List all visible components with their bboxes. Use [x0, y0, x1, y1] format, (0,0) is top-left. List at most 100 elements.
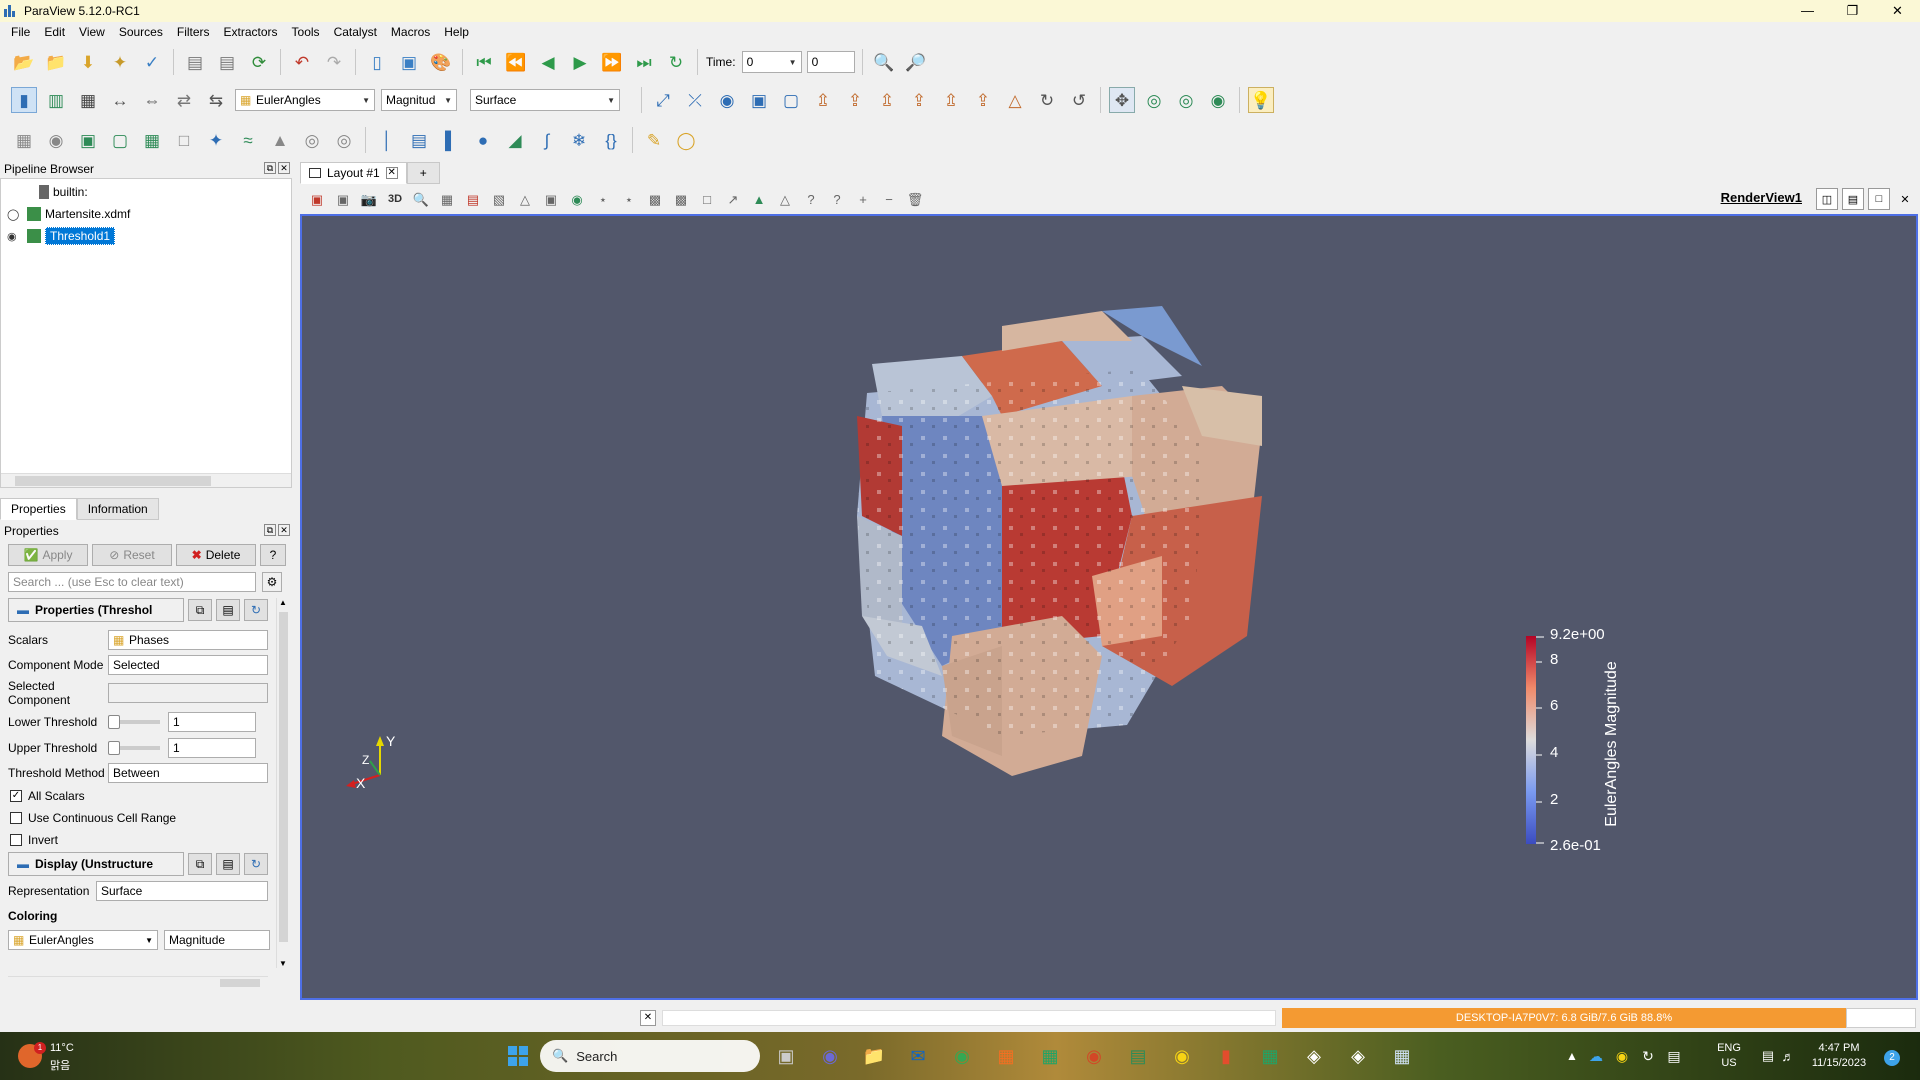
toggle-3d-button[interactable]: 3D	[384, 188, 406, 210]
rescale-custom-icon[interactable]: ↔	[107, 87, 133, 113]
save-data-icon[interactable]: ⬇	[75, 49, 101, 75]
maximize-view-icon[interactable]: □	[1868, 188, 1890, 210]
menu-edit[interactable]: Edit	[37, 25, 72, 39]
select-frustum-points-icon[interactable]: □	[696, 188, 718, 210]
excel-icon[interactable]: ▦	[1254, 1040, 1286, 1072]
close-icon[interactable]: ✕	[278, 162, 290, 174]
pipeline-item-builtin[interactable]: builtin:	[1, 181, 291, 203]
rotate-plus-90-icon[interactable]: ↻	[1034, 87, 1060, 113]
view-minus-y-icon[interactable]: ⇪	[906, 87, 932, 113]
trash-icon[interactable]: 🗑	[904, 188, 926, 210]
extract-level-icon[interactable]: ◎	[331, 127, 357, 153]
select-polygon-icon[interactable]: △	[514, 188, 536, 210]
split-horizontal-icon[interactable]: ◫	[1816, 188, 1838, 210]
view-plus-z-icon[interactable]: ⇫	[938, 87, 964, 113]
renderview-label[interactable]: RenderView1	[1721, 190, 1802, 205]
properties-search-input[interactable]: Search ... (use Esc to clear text)	[8, 572, 256, 592]
reset-center-icon[interactable]: ◎	[1173, 87, 1199, 113]
component-combo[interactable]: Magnitud ▼	[381, 89, 457, 111]
close-icon[interactable]: ✕	[640, 1010, 656, 1026]
pipeline-item-martensite[interactable]: ◯ Martensite.xdmf	[1, 203, 291, 225]
show-center-icon[interactable]: ◎	[1141, 87, 1167, 113]
clock-date[interactable]: 11/15/2023	[1804, 1057, 1874, 1069]
auto-apply-icon[interactable]: ⟳	[246, 49, 272, 75]
calculator-icon[interactable]: ▦	[11, 127, 37, 153]
isometric-view-icon[interactable]: △	[1002, 87, 1028, 113]
coloring-array-combo[interactable]: ▦ EulerAngles ▼	[8, 930, 158, 950]
scroll-up-icon[interactable]: ▲	[279, 598, 287, 607]
delete-button[interactable]: ✖ Delete	[176, 544, 256, 566]
menu-extractors[interactable]: Extractors	[217, 25, 285, 39]
volume-icon[interactable]: ♬	[1772, 1040, 1804, 1072]
capture-screenshot-icon[interactable]: ▣	[306, 188, 328, 210]
upper-threshold-input[interactable]: 1	[168, 738, 256, 758]
region-label[interactable]: US	[1714, 1057, 1744, 1069]
extract-subset-icon[interactable]: □	[171, 127, 197, 153]
pipeline-item-threshold[interactable]: ◉ Threshold1	[1, 225, 291, 247]
coloring-component-combo[interactable]: Magnitude	[164, 930, 270, 950]
rescale-visible-icon[interactable]: ⇔	[139, 87, 165, 113]
display-section-header[interactable]: ▬ Display (Unstructure	[8, 852, 184, 876]
reset-range-icon[interactable]: ▦	[75, 87, 101, 113]
minus-icon[interactable]: −	[878, 188, 900, 210]
horizontal-scrollbar[interactable]	[1, 473, 291, 487]
windows-start-icon[interactable]	[502, 1040, 534, 1072]
disconnect-icon[interactable]: ▤	[214, 49, 240, 75]
language-label[interactable]: ENG	[1714, 1042, 1744, 1054]
tab-information[interactable]: Information	[76, 498, 159, 520]
maximize-button[interactable]: ❐	[1830, 0, 1875, 22]
taskbar-search[interactable]: 🔍 Search	[540, 1040, 760, 1072]
rescale-temporal-icon[interactable]: ⇄	[171, 87, 197, 113]
time-value-combo[interactable]: 0 ▼	[741, 51, 802, 73]
select-cells-icon[interactable]: ▤	[462, 188, 484, 210]
notepad-icon[interactable]: ▤	[1122, 1040, 1154, 1072]
python-calculator-icon[interactable]: ●	[470, 127, 496, 153]
open-folder-icon[interactable]: 📂	[11, 49, 37, 75]
toggle-color-legend-icon[interactable]: ▮	[11, 87, 37, 113]
zoom-to-data-icon[interactable]: ⤫	[682, 87, 708, 113]
powerpoint-icon[interactable]: ◉	[1078, 1040, 1110, 1072]
rescale-over-time-icon[interactable]: ⇆	[203, 87, 229, 113]
clock-time[interactable]: 4:47 PM	[1804, 1042, 1874, 1054]
grow-selection-icon[interactable]: ↗	[722, 188, 744, 210]
select-points-icon[interactable]: ▦	[436, 188, 458, 210]
integrate-icon[interactable]: ∫	[534, 127, 560, 153]
select-frustum-icon[interactable]: ▧	[488, 188, 510, 210]
histogram-icon[interactable]: ▌	[438, 127, 464, 153]
lower-threshold-input[interactable]: 1	[168, 712, 256, 732]
copy-icon[interactable]: ⧉	[188, 599, 212, 621]
tab-layout-1[interactable]: Layout #1 ✕	[300, 162, 407, 184]
contour-icon[interactable]: ◉	[43, 127, 69, 153]
ruler-icon[interactable]: ✎	[641, 127, 667, 153]
view-plus-y-icon[interactable]: ⇫	[874, 87, 900, 113]
pick-center-icon[interactable]: ◉	[1205, 87, 1231, 113]
close-view-icon[interactable]: ✕	[1894, 188, 1916, 210]
zoom-box-icon[interactable]: ▣	[746, 87, 772, 113]
shrink-selection-icon[interactable]: ▲	[748, 188, 770, 210]
notification-badge[interactable]: 2	[1884, 1050, 1900, 1066]
redo-icon[interactable]: ↷	[321, 49, 347, 75]
group-datasets-icon[interactable]: ◎	[299, 127, 325, 153]
app-cube-icon[interactable]: ◈	[1298, 1040, 1330, 1072]
reverse-play-icon[interactable]: ◀	[535, 49, 561, 75]
representation-prop-combo[interactable]: Surface	[96, 881, 268, 901]
edit-selection-icon[interactable]: △	[774, 188, 796, 210]
continuous-range-checkbox[interactable]	[10, 812, 22, 824]
lower-threshold-slider[interactable]	[108, 715, 160, 729]
rotate-minus-90-icon[interactable]: ↺	[1066, 87, 1092, 113]
calculator-taskbar-icon[interactable]: ▦	[1386, 1040, 1418, 1072]
apply-button[interactable]: ✅ Apply	[8, 544, 88, 566]
view-minus-x-icon[interactable]: ⇪	[842, 87, 868, 113]
open-recent-icon[interactable]: 📁	[43, 49, 69, 75]
file-explorer-icon[interactable]: 📁	[858, 1040, 890, 1072]
menu-filters[interactable]: Filters	[170, 25, 217, 39]
connect-icon[interactable]: ▤	[182, 49, 208, 75]
view-plus-x-icon[interactable]: ⇫	[810, 87, 836, 113]
refresh-icon[interactable]: ↻	[244, 599, 268, 621]
app-green-icon[interactable]: ▦	[1034, 1040, 1066, 1072]
loop-icon[interactable]: ↻	[663, 49, 689, 75]
find-data-icon[interactable]: 🔍	[871, 49, 897, 75]
app-orange-icon[interactable]: ▦	[990, 1040, 1022, 1072]
menu-catalyst[interactable]: Catalyst	[327, 25, 384, 39]
plot-over-line-icon[interactable]: ▤	[406, 127, 432, 153]
